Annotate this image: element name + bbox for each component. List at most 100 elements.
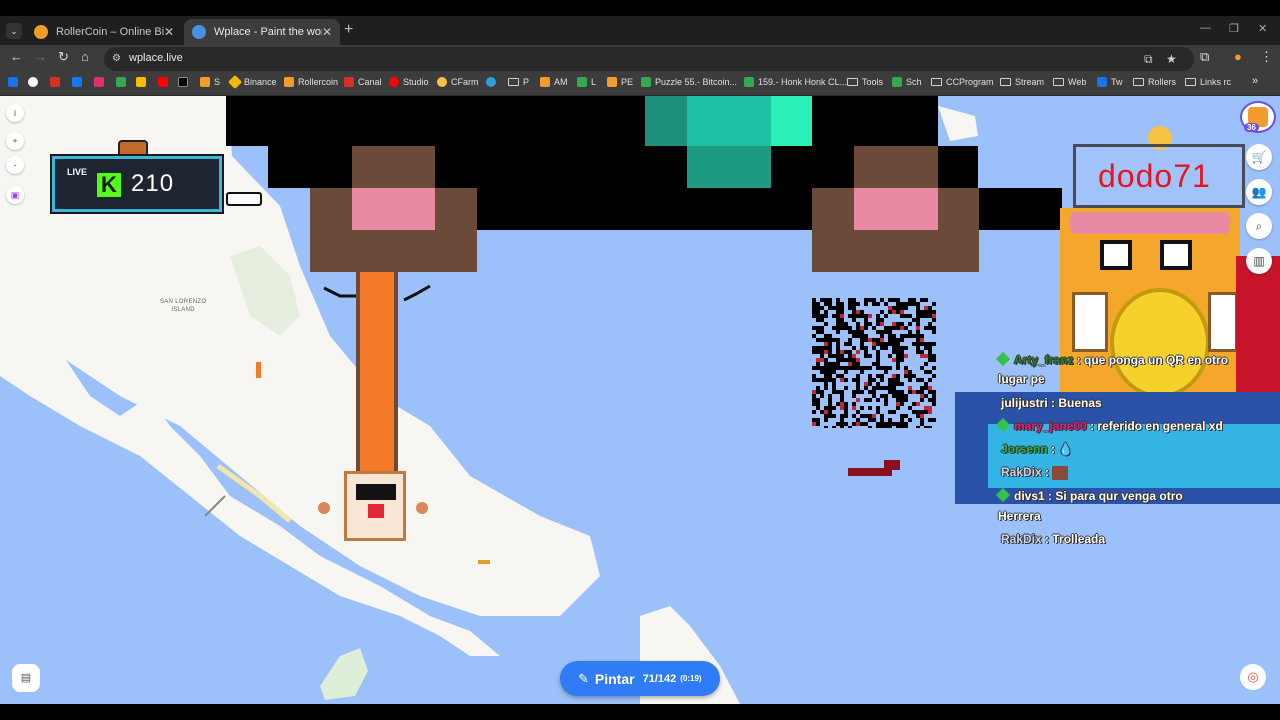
noise-pixel <box>860 370 864 374</box>
noise-pixel <box>860 390 864 394</box>
address-bar[interactable]: ⚙ wplace.live ⧉ ★ <box>104 47 1194 71</box>
bookmark-tools[interactable]: Tools <box>847 77 883 87</box>
tab-rollercoin[interactable]: RollerCoin – Online Bitcoin Mi ✕ <box>26 19 182 45</box>
bookmark-web[interactable]: Web <box>1053 77 1086 87</box>
install-icon[interactable]: ⧉ <box>1144 52 1153 67</box>
search-icon[interactable]: ⌕ <box>1246 213 1272 239</box>
noise-pixel <box>916 414 920 418</box>
window-close-icon[interactable]: ✕ <box>1258 22 1267 35</box>
more-bookmarks-icon[interactable]: » <box>1252 75 1258 87</box>
info-button[interactable]: i <box>6 104 24 122</box>
profile-icon[interactable]: ● <box>1234 49 1242 64</box>
twitch-icon[interactable]: ▣ <box>6 186 24 204</box>
noise-pixel <box>828 378 832 382</box>
noise-pixel <box>828 370 832 374</box>
paint-button[interactable]: ✎ Pintar 71/142 (0:19) <box>560 661 720 696</box>
bookmark-metrics[interactable] <box>136 77 150 87</box>
bookmark-canal[interactable]: Canal <box>344 77 382 87</box>
bookmark-x[interactable] <box>178 77 192 87</box>
noise-pixel <box>824 358 828 362</box>
noise-pixel <box>932 402 936 406</box>
noise-pixel <box>924 310 928 314</box>
menu-icon[interactable]: ⋮ <box>1260 49 1273 65</box>
bookmark-instagram[interactable] <box>94 77 108 87</box>
bookmark-youtube[interactable] <box>158 77 172 87</box>
noise-pixel <box>848 354 852 358</box>
chat-message: Arty_franz : que ponga un QR en otro <box>995 351 1228 367</box>
reload-icon[interactable]: ↻ <box>58 49 69 65</box>
bookmark-ccprogram[interactable]: CCProgram <box>931 77 994 87</box>
zoom-out-button[interactable]: - <box>6 156 24 174</box>
noise-pixel <box>824 302 828 306</box>
bookmark-pe[interactable]: PE <box>607 77 633 87</box>
bookmark-outlook[interactable] <box>8 77 22 87</box>
pixel-dot <box>478 560 490 564</box>
minimize-icon[interactable]: — <box>1200 22 1211 34</box>
noise-pixel <box>848 338 852 342</box>
bookmark-drive[interactable] <box>116 77 130 87</box>
home-icon[interactable]: ⌂ <box>81 49 89 64</box>
zoom-in-button[interactable]: + <box>6 132 24 150</box>
bookmark-cfarm[interactable]: CFarm <box>437 77 479 87</box>
noise-pixel <box>904 366 908 370</box>
user-avatar[interactable]: 36 <box>1240 101 1276 133</box>
menu-panel-icon[interactable]: ▤ <box>12 664 40 692</box>
noise-pixel <box>828 338 832 342</box>
noise-pixel <box>920 386 924 390</box>
noise-pixel <box>828 410 832 414</box>
close-icon[interactable]: ✕ <box>164 25 174 39</box>
noise-pixel <box>856 330 860 334</box>
new-tab-icon[interactable]: + <box>344 21 353 39</box>
noise-pixel <box>916 318 920 322</box>
noise-pixel <box>856 422 860 426</box>
maximize-icon[interactable]: ❐ <box>1229 22 1239 35</box>
shop-cart-icon[interactable]: 🛒 <box>1246 144 1272 170</box>
bookmark-telegram[interactable] <box>486 77 500 87</box>
noise-pixel <box>904 414 908 418</box>
pixel-dot <box>318 502 330 514</box>
noise-pixel <box>904 422 908 426</box>
locate-icon[interactable]: ◎ <box>1240 664 1266 690</box>
noise-pixel <box>876 386 880 390</box>
bookmark-folder-p[interactable]: P <box>508 77 529 87</box>
extensions-icon[interactable]: ⧉ <box>1200 49 1209 65</box>
bookmark-sch[interactable]: Sch <box>892 77 922 87</box>
noise-pixel <box>932 302 936 306</box>
bookmark-stream[interactable]: Stream <box>1000 77 1044 87</box>
noise-pixel <box>816 310 820 314</box>
bookmark-s[interactable]: S <box>200 77 220 87</box>
bookmark-am[interactable]: AM <box>540 77 568 87</box>
star-icon[interactable]: ★ <box>1166 52 1177 66</box>
noise-pixel <box>904 346 908 350</box>
bookmark-binance[interactable]: Binance <box>227 74 277 90</box>
leaderboard-icon[interactable]: ▥ <box>1246 248 1272 274</box>
noise-pixel <box>832 362 836 366</box>
bookmark-links-rc[interactable]: Links rc <box>1185 77 1231 87</box>
bookmark-tw[interactable]: Tw <box>1097 77 1123 87</box>
noise-pixel <box>836 362 840 366</box>
tab-wplace[interactable]: Wplace - Paint the world ✕ <box>184 19 340 45</box>
bookmark-l[interactable]: L <box>577 77 596 87</box>
users-icon[interactable]: 👥 <box>1246 179 1272 205</box>
bookmark-label: Rollercoin <box>298 77 339 87</box>
site-info-icon[interactable]: ⚙ <box>112 53 124 65</box>
bookmark-puzzle[interactable]: Puzzle 55.- Bitcoin... <box>641 77 737 87</box>
map-canvas[interactable]: i + - ▣ SAN LORENZO ISLAND LIVE K 210 do… <box>0 96 1280 704</box>
bookmark-studio[interactable]: Studio <box>389 77 429 87</box>
noise-pixel <box>896 422 900 426</box>
bookmark-red[interactable] <box>50 77 64 87</box>
noise-pixel <box>864 322 868 326</box>
noise-pixel <box>856 366 860 370</box>
bookmark-rollers[interactable]: Rollers <box>1133 77 1176 87</box>
browser-toolbar: ← → ↻ ⌂ ⚙ wplace.live ⧉ ★ ⧉ ● ⋮ <box>0 45 1280 72</box>
noise-pixel <box>916 402 920 406</box>
bookmark-honk[interactable]: 159.- Honk Honk CL... <box>744 77 847 87</box>
bookmark-rollercoin[interactable]: Rollercoin <box>284 77 338 87</box>
back-icon[interactable]: ← <box>10 49 23 64</box>
close-icon[interactable]: ✕ <box>322 25 332 39</box>
noise-pixel <box>816 330 820 334</box>
bookmark-threads[interactable] <box>28 77 42 87</box>
tab-search-button[interactable]: ⌄ <box>6 23 22 39</box>
forward-icon[interactable]: → <box>34 49 47 64</box>
bookmark-facebook[interactable] <box>72 77 86 87</box>
